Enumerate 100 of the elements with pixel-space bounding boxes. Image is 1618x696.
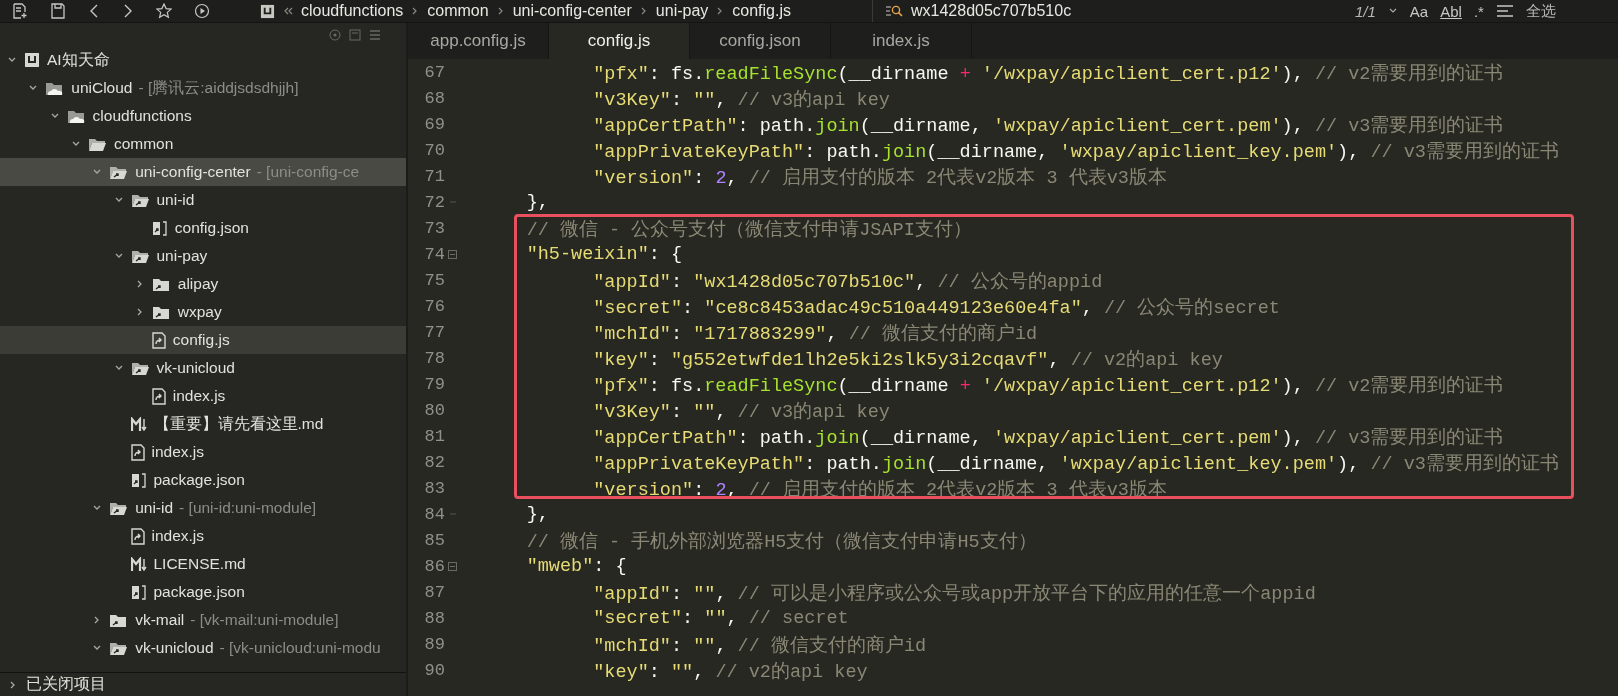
breadcrumb-item[interactable]: uni-config-center xyxy=(512,2,632,20)
search-field[interactable]: wx1428d05c707b510c xyxy=(911,2,1211,20)
breadcrumb-item[interactable]: config.js xyxy=(732,2,791,20)
code-line: // 微信 - 手机外部浏览器H5支付（微信支付申请H5支付） xyxy=(525,530,1037,553)
tree-item[interactable]: LICENSE.md xyxy=(0,550,406,578)
code-line: "mweb": { xyxy=(525,555,627,577)
linked-folder-icon xyxy=(109,640,129,656)
tree-item-label: wxpay xyxy=(177,303,222,321)
breadcrumb-item[interactable]: uni-pay xyxy=(655,2,709,20)
line-number: 83 xyxy=(423,478,445,498)
tree-item[interactable]: config.json xyxy=(0,214,406,242)
module-tag: - [uni-config-ce xyxy=(256,163,360,181)
tree-item[interactable]: 【重要】请先看这里.md xyxy=(0,410,406,438)
fold-icon[interactable] xyxy=(448,249,457,259)
tree-item[interactable]: wxpay xyxy=(0,298,406,326)
line-number: 78 xyxy=(423,348,445,368)
tree-item-label: uni-id xyxy=(135,499,174,517)
code-line: "pfx": fs.readFileSync(__dirname + '/wxpay/apiclient_cert.p12'), // v2需要用到的证书 xyxy=(592,62,1504,85)
line-number: 71 xyxy=(423,166,445,186)
tree-item[interactable]: common xyxy=(0,130,406,158)
star-icon[interactable] xyxy=(156,3,172,19)
breadcrumb-item[interactable]: cloudfunctions xyxy=(301,2,404,20)
project-icon xyxy=(24,52,40,68)
tree-item[interactable]: uniCloud - [腾讯云:aiddjsdsdhjjh] xyxy=(0,74,406,102)
line-number: 68 xyxy=(423,88,445,108)
code-line: "pfx": fs.readFileSync(__dirname + '/wxpay/apiclient_cert.p12'), // v2需要用到的证书 xyxy=(592,374,1504,397)
search-option[interactable]: Abl xyxy=(1440,2,1462,20)
tree-item[interactable]: AI知天命 xyxy=(0,46,406,74)
linked-folder-icon xyxy=(151,304,171,320)
code-line: "appId": "", // 可以是小程序或公众号或app开放平台下的应用的任意一个appid xyxy=(592,582,1316,605)
tree-item[interactable]: package.json xyxy=(0,466,406,494)
code-line: "version": 2, // 启用支付的版本 2代表v2版本 3 代表v3版本 xyxy=(592,166,1167,189)
tree-item[interactable]: uni-id - [uni-id:uni-module] xyxy=(0,494,406,522)
tree-item-label: config.js xyxy=(172,331,230,349)
code-line: }, xyxy=(525,191,549,213)
align-lines-icon[interactable] xyxy=(1495,4,1514,18)
line-number: 73 xyxy=(423,218,445,238)
run-icon[interactable] xyxy=(194,3,210,19)
line-number: 80 xyxy=(423,400,445,420)
code-line: "key": "g552etwfde1lh2e5ki2slk5y3i2cqavf", // v2的api key xyxy=(592,348,1223,371)
tree-item[interactable]: index.js xyxy=(0,522,406,550)
fold-icon[interactable] xyxy=(448,561,457,571)
code-line: }, xyxy=(525,503,549,525)
module-tag: - [腾讯云:aiddjsdsdhjjh] xyxy=(138,77,299,99)
tree-item[interactable]: config.js xyxy=(0,326,406,354)
tree-item-label: uniCloud xyxy=(71,79,133,97)
code-line: "appPrivateKeyPath": path.join(__dirname, 'wxpay/apiclient_key.pem'), // v3需要用到的证书 xyxy=(592,140,1559,163)
line-number: 85 xyxy=(423,530,445,550)
tree-item[interactable]: vk-unicloud - [vk-unicloud:uni-modu xyxy=(0,634,406,662)
linked-folder-icon xyxy=(109,164,129,180)
tree-item[interactable]: vk-unicloud xyxy=(0,354,406,382)
script-file-icon xyxy=(151,331,166,349)
module-tag: - [vk-mail:uni-module] xyxy=(190,611,339,629)
linked-folder-icon xyxy=(109,612,129,628)
code-line: "appCertPath": path.join(__dirname, 'wxpay/apiclient_cert.pem'), // v3需要用到的证书 xyxy=(592,114,1504,137)
code-line: "secret": "ce8c8453adac49c510a449123e60e4fa", // 公众号的secret xyxy=(592,296,1280,319)
chevron-right-icon xyxy=(639,6,648,16)
tree-item[interactable]: uni-config-center - [uni-config-ce xyxy=(0,158,406,186)
back-icon[interactable] xyxy=(88,3,100,19)
tree-item[interactable]: index.js xyxy=(0,382,406,410)
code-line: "secret": "", // secret xyxy=(592,607,849,629)
tree-item[interactable]: uni-pay xyxy=(0,242,406,270)
select-all-button[interactable]: 全选 xyxy=(1525,1,1556,21)
search-option[interactable]: Aa xyxy=(1409,2,1429,20)
save-icon[interactable] xyxy=(50,3,66,19)
line-number: 70 xyxy=(423,140,445,160)
tree-item-label: alipay xyxy=(177,275,219,293)
tree-item[interactable]: package.json xyxy=(0,578,406,606)
json-file-icon xyxy=(130,471,147,489)
code-line: "appId": "wx1428d05c707b510c", // 公众号的appid xyxy=(592,270,1103,293)
closed-projects-header[interactable]: 已关闭项目 xyxy=(26,674,106,695)
tree-item[interactable]: cloudfunctions xyxy=(0,102,406,130)
script-file-icon xyxy=(130,527,145,545)
cloud-folder-icon xyxy=(45,80,65,96)
search-option[interactable]: .* xyxy=(1473,2,1484,20)
line-number: 82 xyxy=(423,452,445,472)
forward-icon[interactable] xyxy=(122,3,134,19)
tree-item[interactable]: index.js xyxy=(0,438,406,466)
code-line: "mchId": "", // 微信支付的商户id xyxy=(592,634,927,657)
line-number: 87 xyxy=(423,582,445,602)
tree-item-label: index.js xyxy=(151,527,205,545)
new-file-icon[interactable] xyxy=(12,3,28,19)
line-number: 81 xyxy=(423,426,445,446)
tree-item-label: vk-unicloud xyxy=(156,359,235,377)
breadcrumb-item[interactable]: common xyxy=(427,2,489,20)
tree-item-label: AI知天命 xyxy=(47,49,110,70)
script-file-icon xyxy=(130,443,145,461)
module-tag: - [vk-unicloud:uni-modu xyxy=(219,639,381,657)
double-chevron-icon[interactable] xyxy=(283,6,293,16)
tree-item-label: package.json xyxy=(153,471,245,489)
line-number: 77 xyxy=(423,322,445,342)
linked-folder-icon xyxy=(130,360,150,376)
tree-item[interactable]: vk-mail - [vk-mail:uni-module] xyxy=(0,606,406,634)
tree-item-label: uni-id xyxy=(156,191,195,209)
tree-item[interactable]: uni-id xyxy=(0,186,406,214)
project-icon xyxy=(260,3,275,19)
tree-item[interactable]: alipay xyxy=(0,270,406,298)
editor-tab[interactable]: config.js xyxy=(549,23,690,59)
line-number: 89 xyxy=(423,634,445,654)
tree-item-label: index.js xyxy=(172,387,226,405)
